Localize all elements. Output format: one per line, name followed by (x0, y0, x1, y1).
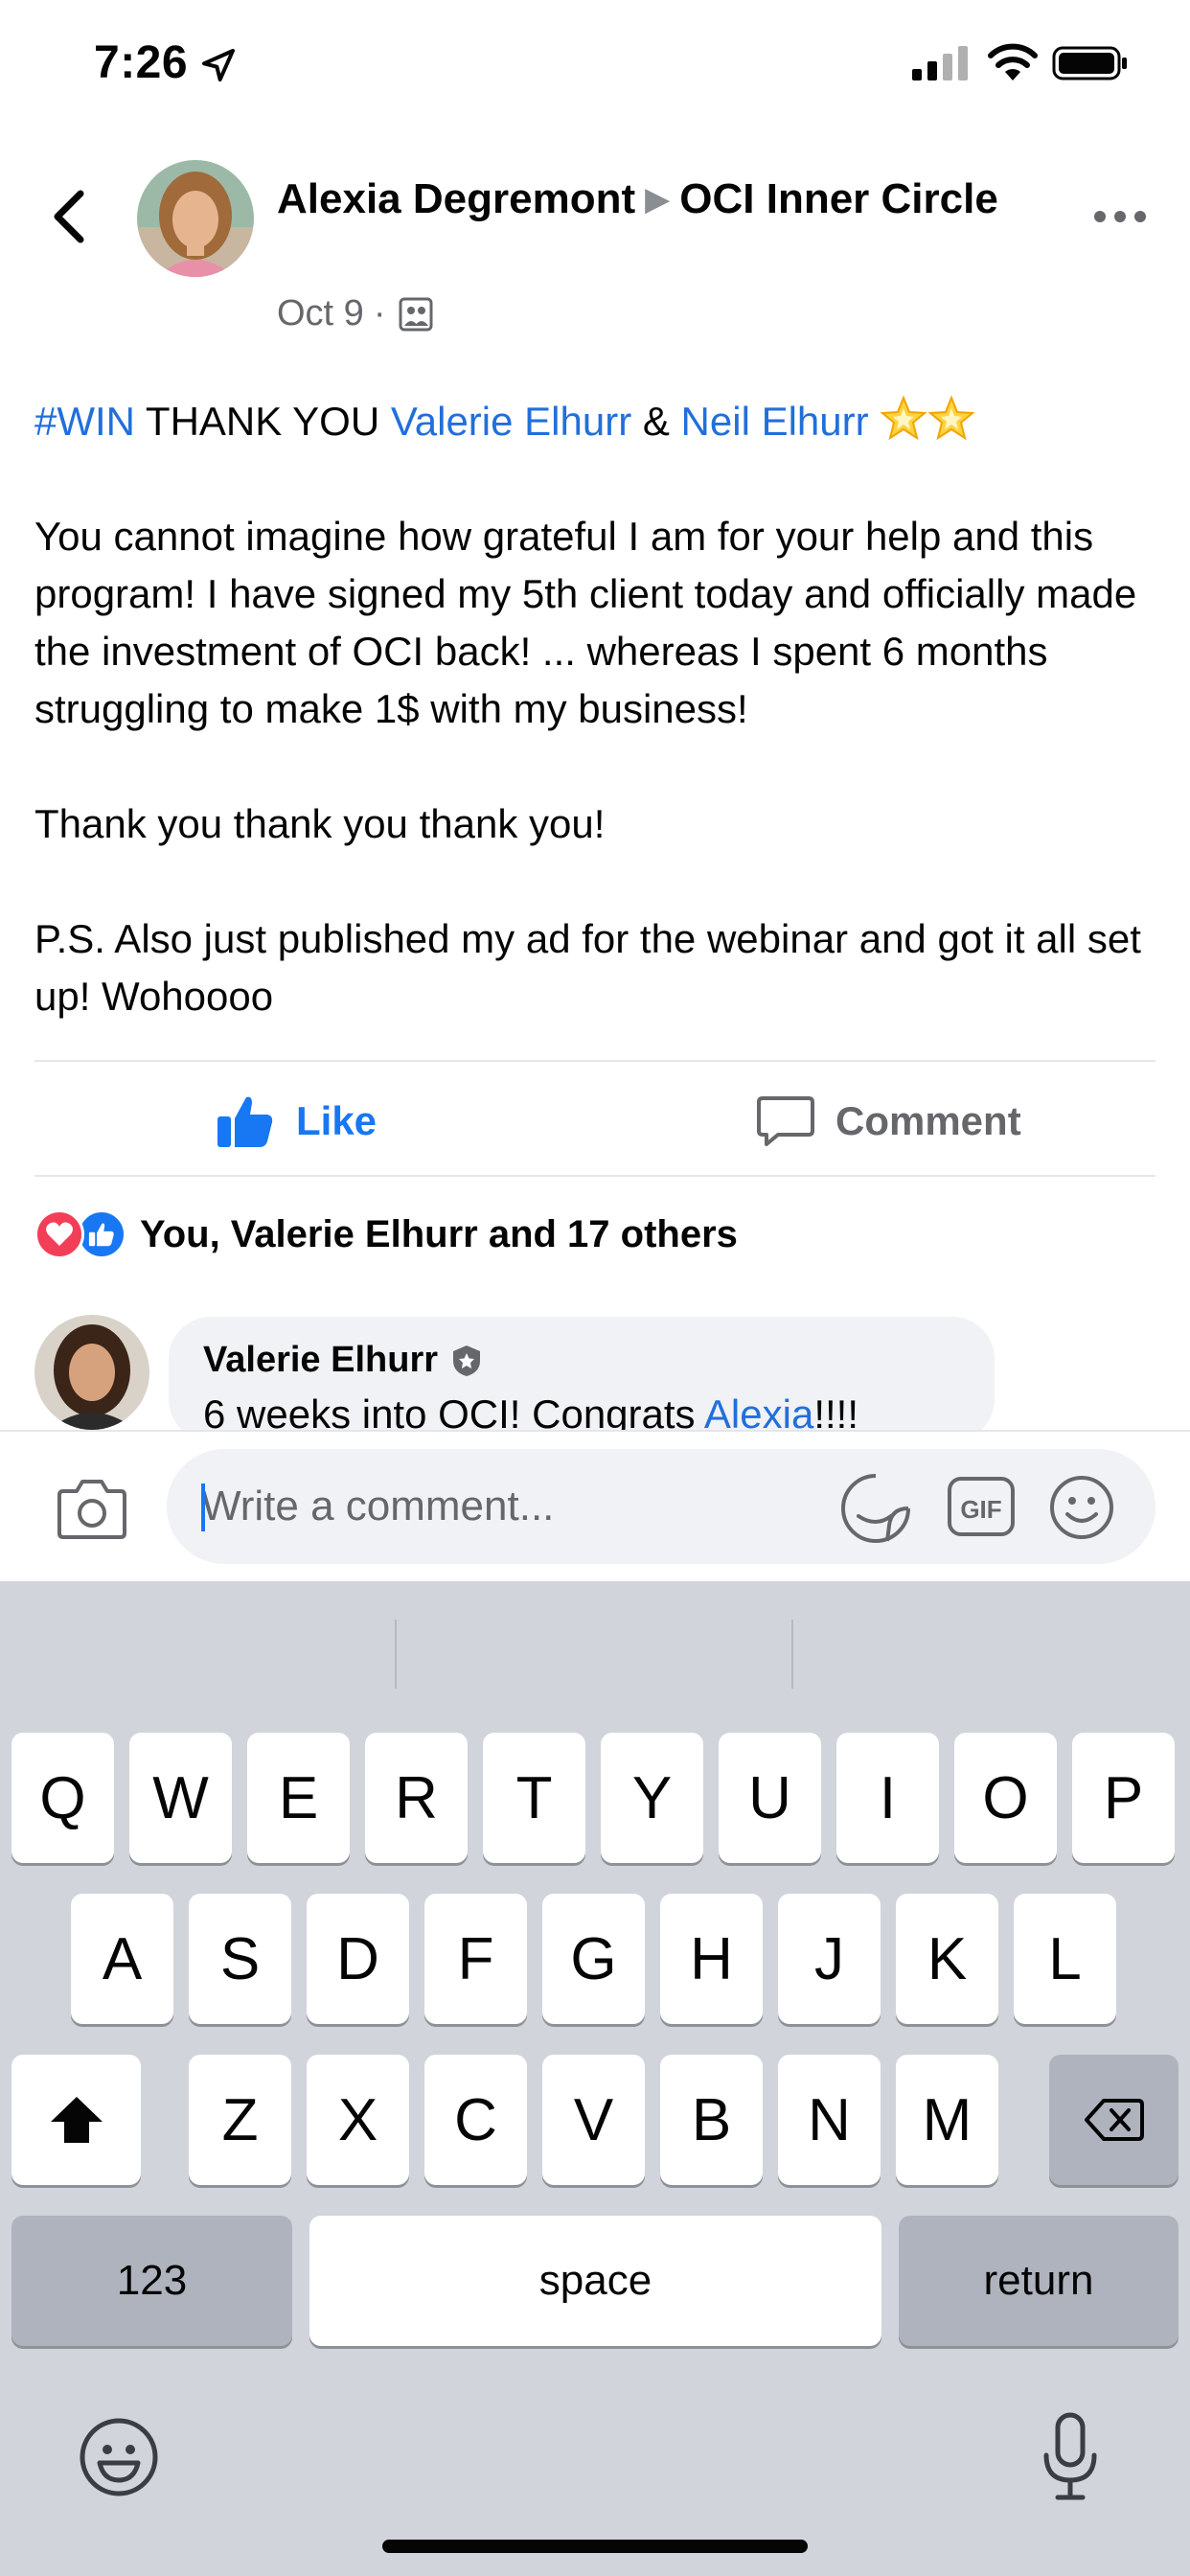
status-bar: 7:26 (0, 0, 1190, 129)
comment-composer: GIF (0, 1430, 1190, 1581)
key-a[interactable]: A (71, 1894, 173, 2024)
post-paragraph-3: Thank you thank you thank you! (34, 801, 606, 846)
key-t[interactable]: T (483, 1733, 585, 1863)
status-time: 7:26 (94, 37, 189, 88)
post-text-amp: & (631, 399, 681, 444)
home-indicator[interactable] (382, 2540, 808, 2553)
group-privacy-icon (399, 297, 433, 331)
suggestion-separator (791, 1620, 793, 1689)
mention-neil[interactable]: Neil Elhurr (681, 399, 869, 444)
key-b[interactable]: B (660, 2055, 763, 2185)
shift-key[interactable] (11, 2055, 141, 2185)
admin-badge-icon (453, 1345, 481, 1376)
key-k[interactable]: K (896, 1894, 998, 2024)
post-paragraph-2: You cannot imagine how grateful I am for… (34, 514, 1137, 731)
shift-icon (50, 2097, 103, 2143)
commenter-avatar[interactable] (34, 1315, 149, 1430)
comment-bubble[interactable]: Valerie Elhurr 6 weeks into OCI! Congrat… (169, 1317, 995, 1441)
key-m[interactable]: M (896, 2055, 998, 2185)
backspace-icon (1084, 2099, 1144, 2141)
gif-icon[interactable]: GIF (947, 1476, 1016, 1537)
star-emoji-icon (927, 395, 975, 441)
mention-valerie[interactable]: Valerie Elhurr (391, 399, 631, 444)
reactions-text: You, Valerie Elhurr and 17 others (140, 1212, 738, 1255)
key-c[interactable]: C (424, 2055, 527, 2185)
keyboard: Q W E R T Y U I O P A S D F G H J K L Z … (0, 1581, 1190, 2576)
post-text-thanks: THANK YOU (135, 399, 391, 444)
key-v[interactable]: V (542, 2055, 645, 2185)
love-reaction-icon (34, 1209, 84, 1259)
key-q[interactable]: Q (11, 1733, 114, 1863)
comment-author: Valerie Elhurr (203, 1340, 484, 1381)
camera-icon[interactable] (56, 1476, 128, 1541)
key-s[interactable]: S (189, 1894, 291, 2024)
return-key[interactable]: return (899, 2216, 1179, 2346)
delete-key[interactable] (1049, 2055, 1179, 2185)
comment-input[interactable] (201, 1466, 814, 1547)
post-date[interactable]: Oct 9 (277, 293, 364, 334)
key-z[interactable]: Z (189, 2055, 291, 2185)
divider (34, 1060, 1156, 1062)
post-paragraph-4: P.S. Also just published my ad for the w… (34, 916, 1141, 1019)
post-meta: Oct 9 · (277, 293, 433, 334)
comment-label: Comment (835, 1098, 1021, 1143)
more-options-icon[interactable] (1092, 209, 1148, 224)
suggestion-separator (395, 1620, 397, 1689)
key-j[interactable]: J (778, 1894, 881, 2024)
reactions-summary[interactable]: You, Valerie Elhurr and 17 others (34, 1206, 738, 1263)
thumbs-up-icon (217, 1096, 273, 1147)
key-u[interactable]: U (719, 1733, 821, 1863)
comment-button[interactable]: Comment (757, 1092, 1021, 1150)
wifi-icon (988, 43, 1038, 80)
key-e[interactable]: E (247, 1733, 350, 1863)
hashtag-link[interactable]: #WIN (34, 399, 135, 444)
comment-bubble-icon (757, 1096, 814, 1146)
like-label: Like (296, 1098, 378, 1143)
battery-icon (1052, 46, 1127, 80)
emoji-icon[interactable] (1048, 1474, 1115, 1541)
key-p[interactable]: P (1072, 1733, 1175, 1863)
key-i[interactable]: I (836, 1733, 939, 1863)
key-r[interactable]: R (365, 1733, 468, 1863)
comment-input-container[interactable]: GIF (167, 1449, 1156, 1564)
key-w[interactable]: W (129, 1733, 232, 1863)
key-y[interactable]: Y (601, 1733, 703, 1863)
key-l[interactable]: L (1014, 1894, 1116, 2024)
meta-separator: · (373, 293, 386, 334)
key-n[interactable]: N (778, 2055, 881, 2185)
sticker-icon[interactable] (837, 1470, 914, 1547)
svg-text:GIF: GIF (960, 1495, 1001, 1524)
location-arrow-icon (202, 49, 235, 81)
back-chevron-icon[interactable] (48, 188, 90, 245)
author-name[interactable]: Alexia Degremont (277, 175, 635, 222)
key-d[interactable]: D (307, 1894, 409, 2024)
space-key[interactable]: space (309, 2216, 881, 2346)
author-avatar[interactable] (137, 160, 254, 277)
post-paragraph-1: #WIN THANK YOU Valerie Elhurr & Neil Elh… (34, 393, 1156, 450)
key-g[interactable]: G (542, 1894, 645, 2024)
numbers-key[interactable]: 123 (11, 2216, 292, 2346)
post-body: #WIN THANK YOU Valerie Elhurr & Neil Elh… (34, 393, 1156, 1025)
comment-author-name[interactable]: Valerie Elhurr (203, 1340, 438, 1381)
key-h[interactable]: H (660, 1894, 763, 2024)
text-caret (201, 1484, 205, 1531)
star-emoji-icon (880, 395, 927, 441)
like-button[interactable]: Like (216, 1092, 377, 1150)
post-header-title: Alexia Degremont ▶ OCI Inner Circle (277, 171, 1024, 231)
divider (34, 1175, 1156, 1177)
arrow-right-icon: ▶ (645, 181, 671, 218)
keyboard-emoji-icon[interactable] (79, 2417, 159, 2497)
key-x[interactable]: X (307, 2055, 409, 2185)
key-f[interactable]: F (424, 1894, 527, 2024)
group-name[interactable]: OCI Inner Circle (679, 175, 998, 222)
microphone-icon[interactable] (1041, 2411, 1100, 2503)
cellular-signal-icon (912, 46, 968, 80)
key-o[interactable]: O (954, 1733, 1057, 1863)
